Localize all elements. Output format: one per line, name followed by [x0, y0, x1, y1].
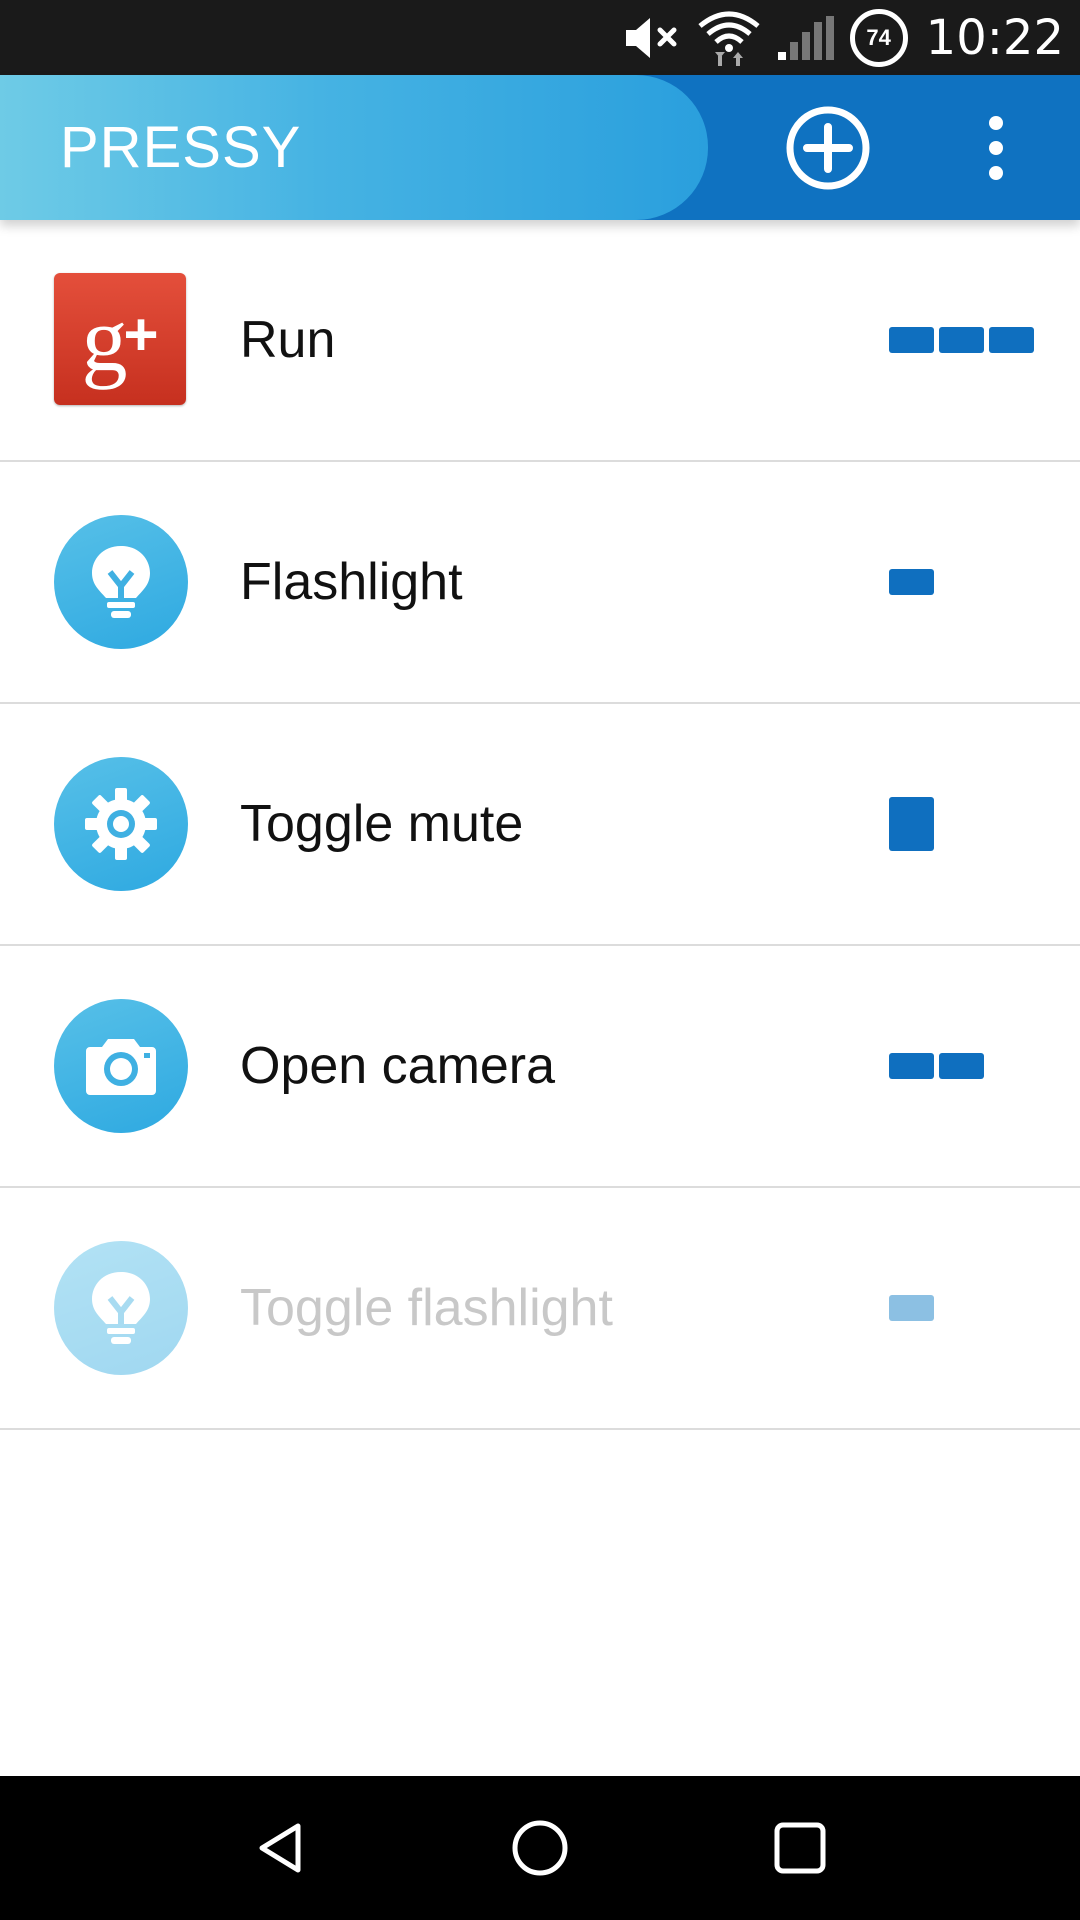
battery-indicator: 74 [849, 0, 908, 75]
more-vert-icon [989, 116, 1003, 180]
press-pattern [889, 327, 1034, 353]
back-icon [259, 1823, 301, 1873]
list-item[interactable]: g + Run [0, 220, 1080, 462]
press-pattern [889, 1295, 934, 1321]
status-icons: 74 10:22 [622, 0, 1064, 75]
gear-icon [54, 757, 188, 891]
pattern-short-press [889, 1295, 934, 1321]
clock: 10:22 [925, 9, 1064, 66]
action-icon [54, 757, 188, 891]
list-item[interactable]: Open camera [0, 946, 1080, 1188]
app-title: PRESSY [60, 115, 302, 180]
recents-icon [774, 1822, 826, 1874]
camera-icon [54, 999, 188, 1133]
pattern-short-press [989, 327, 1034, 353]
action-label: Flashlight [240, 553, 463, 611]
google-plus-icon: g + [54, 273, 186, 405]
lightbulb-icon [54, 515, 188, 649]
press-pattern [889, 797, 934, 851]
action-label: Toggle flashlight [240, 1279, 613, 1337]
action-icon [54, 515, 188, 649]
home-icon [512, 1820, 568, 1876]
app-bar: PRESSY [0, 75, 1080, 220]
action-icon [54, 1241, 188, 1375]
action-icon [54, 999, 188, 1133]
pattern-short-press [939, 327, 984, 353]
signal-icon [776, 0, 836, 75]
home-button[interactable] [495, 1803, 585, 1893]
add-action-button[interactable] [785, 105, 871, 191]
action-label: Run [240, 311, 336, 369]
press-pattern [889, 1053, 984, 1079]
battery-level: 74 [849, 8, 908, 67]
overflow-menu-button[interactable] [970, 105, 1022, 191]
pattern-short-press [889, 569, 934, 595]
pattern-short-press [939, 1053, 984, 1079]
list-item[interactable]: Toggle mute [0, 704, 1080, 946]
navigation-bar [0, 1776, 1080, 1920]
list-item[interactable]: Toggle flashlight [0, 1188, 1080, 1430]
pattern-short-press [889, 1053, 934, 1079]
action-label: Open camera [240, 1037, 556, 1095]
action-list: g + Run Flashlight Toggle mute Open came… [0, 220, 1080, 1430]
status-bar: 74 10:22 [0, 0, 1080, 75]
pattern-short-press [889, 327, 934, 353]
pattern-long-press [889, 797, 934, 851]
lightbulb-icon [54, 1241, 188, 1375]
list-item[interactable]: Flashlight [0, 462, 1080, 704]
action-icon: g + [54, 273, 188, 407]
recents-button[interactable] [755, 1803, 845, 1893]
wifi-icon [696, 0, 762, 75]
mute-icon [622, 0, 682, 75]
add-circle-icon [786, 106, 870, 190]
back-button[interactable] [235, 1803, 325, 1893]
action-label: Toggle mute [240, 795, 524, 853]
press-pattern [889, 569, 934, 595]
